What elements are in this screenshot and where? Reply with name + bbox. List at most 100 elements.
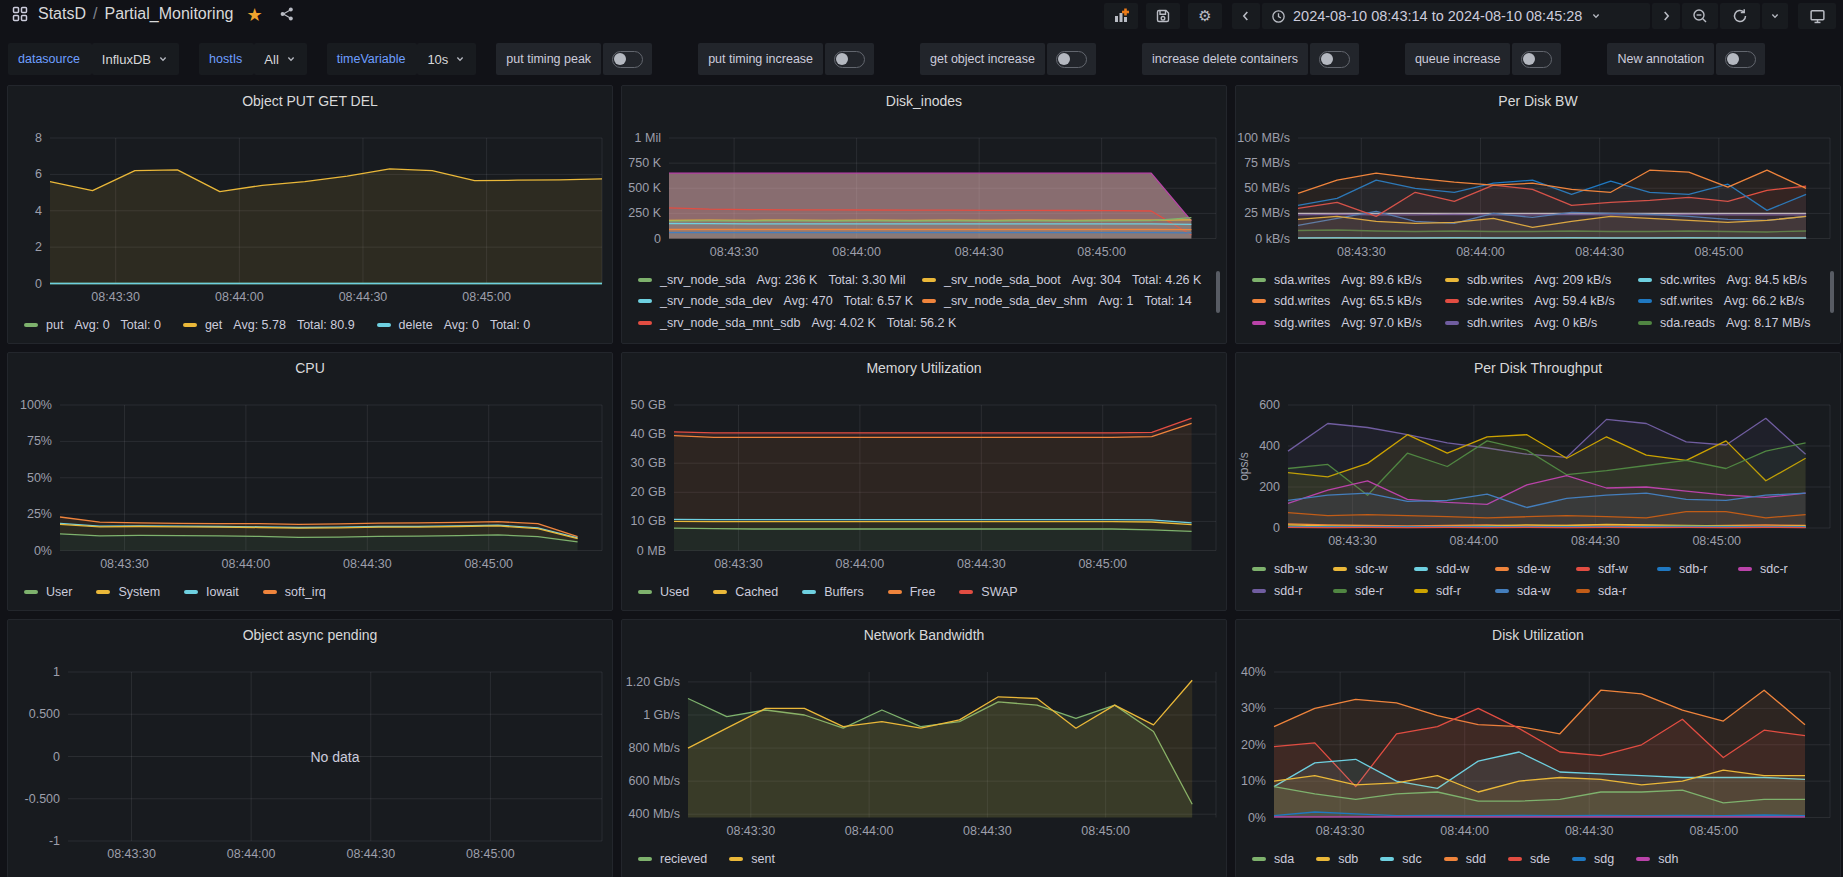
legend-item-srv-node-sda-boot[interactable]: _srv_node_sda_bootAvg: 304Total: 4.26 K <box>922 273 1201 287</box>
variable-value-hostis[interactable]: All <box>254 43 306 75</box>
toggle-switch-new-annotation[interactable] <box>1716 43 1765 75</box>
legend-item-srv-node-sda-dev-shm[interactable]: _srv_node_sda_dev_shmAvg: 1Total: 14 <box>922 294 1192 308</box>
legend-item-get[interactable]: getAvg: 5.78Total: 80.9 <box>183 318 355 332</box>
toggle-switch-increase-delete-containers[interactable] <box>1310 43 1359 75</box>
legend-item-sdb-w[interactable]: sdb-w <box>1252 562 1333 576</box>
legend-item-sde-r[interactable]: sde-r <box>1333 584 1414 598</box>
legend-label: sda <box>1274 852 1294 866</box>
legend-item-sda-reads[interactable]: sda.readsAvg: 8.17 MB/s <box>1638 316 1810 330</box>
legend-item-sdd-writes[interactable]: sdd.writesAvg: 65.5 kB/s <box>1252 294 1445 308</box>
time-range-picker[interactable]: 2024-08-10 08:43:14 to 2024-08-10 08:45:… <box>1262 3 1650 29</box>
legend-item-sdc-writes[interactable]: sdc.writesAvg: 84.5 kB/s <box>1638 273 1807 287</box>
time-range-back-button[interactable] <box>1232 3 1260 29</box>
legend-stat: Total: 0 <box>490 318 530 332</box>
legend-item-soft-irq[interactable]: soft_irq <box>263 585 326 599</box>
chart-network-bandwidth[interactable]: 400 Mb/s600 Mb/s800 Mb/s1 Gb/s1.20 Gb/s0… <box>622 620 1228 877</box>
legend-item-srv-node-sda-dev[interactable]: _srv_node_sda_devAvg: 470Total: 6.57 K <box>638 294 922 308</box>
legend-stat: Avg: 66.2 kB/s <box>1724 294 1804 308</box>
legend-swatch <box>922 278 936 282</box>
legend-item-sdf-r[interactable]: sdf-r <box>1414 584 1495 598</box>
legend-item-sde-w[interactable]: sde-w <box>1495 562 1576 576</box>
legend-item-used[interactable]: Used <box>638 585 689 599</box>
legend-item-sdd-r[interactable]: sdd-r <box>1252 584 1333 598</box>
refresh-button[interactable] <box>1720 3 1760 29</box>
legend-stat: Avg: 209 kB/s <box>1534 273 1611 287</box>
legend-item-iowait[interactable]: Iowait <box>184 585 239 599</box>
toggle-knob <box>836 53 848 65</box>
legend-label: sde <box>1530 852 1550 866</box>
legend-item-sda[interactable]: sda <box>1252 852 1294 866</box>
save-dashboard-button[interactable] <box>1146 3 1180 29</box>
legend-scrollbar[interactable] <box>1216 271 1220 313</box>
legend-item-system[interactable]: System <box>96 585 160 599</box>
legend-item-srv-node-sda[interactable]: _srv_node_sdaAvg: 236 KTotal: 3.30 Mil <box>638 273 922 287</box>
svg-text:08:44:30: 08:44:30 <box>963 824 1012 838</box>
dashboard-settings-button[interactable]: ⚙ <box>1188 3 1222 29</box>
legend-label: sdg.writes <box>1274 316 1330 330</box>
time-range-forward-button[interactable] <box>1652 3 1680 29</box>
apps-grid-icon[interactable] <box>12 6 28 22</box>
legend-item-sde-writes[interactable]: sde.writesAvg: 59.4 kB/s <box>1445 294 1638 308</box>
legend-item-recieved[interactable]: recieved <box>638 852 707 866</box>
legend-item-delete[interactable]: deleteAvg: 0Total: 0 <box>377 318 531 332</box>
legend-stat: Avg: 89.6 kB/s <box>1341 273 1421 287</box>
toggle-switch-put-timing-peak[interactable] <box>603 43 652 75</box>
legend-item-sdf-writes[interactable]: sdf.writesAvg: 66.2 kB/s <box>1638 294 1804 308</box>
legend-item-cached[interactable]: Cached <box>713 585 778 599</box>
legend-item-sdg-writes[interactable]: sdg.writesAvg: 97.0 kB/s <box>1252 316 1445 330</box>
legend-item-buffers[interactable]: Buffers <box>802 585 863 599</box>
legend-item-sdd[interactable]: sdd <box>1444 852 1486 866</box>
variable-value-timevariable[interactable]: 10s <box>417 43 476 75</box>
legend-item-swap[interactable]: SWAP <box>959 585 1017 599</box>
refresh-interval-dropdown[interactable] <box>1762 3 1788 29</box>
legend-item-sdc[interactable]: sdc <box>1380 852 1421 866</box>
share-icon[interactable] <box>279 6 295 22</box>
legend-item-sdf-w[interactable]: sdf-w <box>1576 562 1657 576</box>
zoom-out-time-button[interactable] <box>1682 3 1718 29</box>
legend-item-sdd-w[interactable]: sdd-w <box>1414 562 1495 576</box>
svg-text:08:44:30: 08:44:30 <box>957 557 1006 571</box>
breadcrumb-folder[interactable]: StatsD <box>38 5 86 23</box>
favorite-star-icon[interactable]: ★ <box>246 4 262 25</box>
variable-value-datasource[interactable]: InfluxDB <box>92 43 179 75</box>
breadcrumb-dashboard[interactable]: Partial_Monitoring <box>104 5 233 23</box>
legend-item-sdc-w[interactable]: sdc-w <box>1333 562 1414 576</box>
chart-cpu[interactable]: 0%25%50%75%100%08:43:3008:44:0008:44:300… <box>8 353 614 612</box>
legend-scrollbar[interactable] <box>1830 271 1834 313</box>
svg-text:0.500: 0.500 <box>29 707 60 721</box>
legend-label: sdh.writes <box>1467 316 1523 330</box>
toggle-label-get-object-increase: get object increase <box>920 43 1045 75</box>
legend-item-sdb-r[interactable]: sdb-r <box>1657 562 1738 576</box>
breadcrumb-separator: / <box>93 5 97 23</box>
toggle-switch-queue-increase[interactable] <box>1512 43 1561 75</box>
legend-item-sda-w[interactable]: sda-w <box>1495 584 1576 598</box>
svg-text:08:45:00: 08:45:00 <box>466 847 515 861</box>
svg-text:40%: 40% <box>1241 665 1266 679</box>
toggle-label-put-timing-peak: put timing peak <box>496 43 601 75</box>
legend-item-free[interactable]: Free <box>888 585 936 599</box>
legend-item-sdb[interactable]: sdb <box>1316 852 1358 866</box>
toggle-switch-get-object-increase[interactable] <box>1047 43 1096 75</box>
svg-text:08:43:30: 08:43:30 <box>1316 824 1365 838</box>
legend-item-sda-r[interactable]: sda-r <box>1576 584 1626 598</box>
legend-item-sdb-writes[interactable]: sdb.writesAvg: 209 kB/s <box>1445 273 1638 287</box>
legend-swatch <box>183 323 197 327</box>
legend-item-sdg[interactable]: sdg <box>1572 852 1614 866</box>
toggle-switch-put-timing-increase[interactable] <box>825 43 874 75</box>
legend-item-put[interactable]: putAvg: 0Total: 0 <box>24 318 161 332</box>
legend-item-sdh-writes[interactable]: sdh.writesAvg: 0 kB/s <box>1445 316 1638 330</box>
chart-object-put-get-del[interactable]: 0246808:43:3008:44:0008:44:3008:45:00 <box>8 86 614 345</box>
legend-label: sdd-w <box>1436 562 1469 576</box>
legend-item-sent[interactable]: sent <box>729 852 775 866</box>
chart-memory-utilization[interactable]: 0 MB10 GB20 GB30 GB40 GB50 GB08:43:3008:… <box>622 353 1228 612</box>
chart-disk-utilization[interactable]: 0%10%20%30%40%08:43:3008:44:0008:44:3008… <box>1236 620 1842 877</box>
kiosk-mode-button[interactable] <box>1798 3 1836 29</box>
legend-item-sda-writes[interactable]: sda.writesAvg: 89.6 kB/s <box>1252 273 1445 287</box>
legend-item-sdh[interactable]: sdh <box>1636 852 1678 866</box>
add-panel-button[interactable] <box>1104 3 1138 29</box>
legend-item-sdc-r[interactable]: sdc-r <box>1738 562 1788 576</box>
legend-item-user[interactable]: User <box>24 585 72 599</box>
legend-item-sde[interactable]: sde <box>1508 852 1550 866</box>
legend-item-srv-node-sda-mnt-sdb[interactable]: _srv_node_sda_mnt_sdbAvg: 4.02 KTotal: 5… <box>638 316 956 330</box>
svg-text:08:43:30: 08:43:30 <box>100 557 149 571</box>
